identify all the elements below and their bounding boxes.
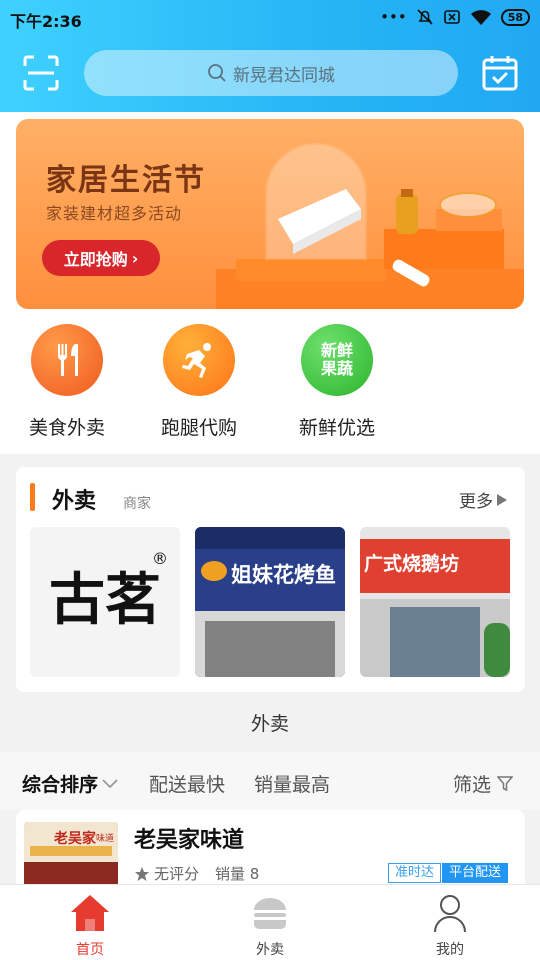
buy-now-button[interactable]: 立即抢购 › [42,240,160,276]
play-arrow-icon [497,493,507,506]
shop-sign: 广式烧鹅坊 [364,553,460,575]
shop-logo [201,561,227,581]
more-link[interactable]: 更多 [459,487,507,512]
on-time-badge: 准时达 [388,863,442,883]
star-icon [135,866,149,881]
filter-icon [497,775,514,791]
shop-awning [195,527,345,549]
shop-card-guming[interactable]: 古茗 ® [30,527,180,677]
shop-card-guangshi[interactable]: 广式烧鹅坊 [360,527,510,677]
status-icons: ••• 58 [380,8,530,26]
registered-mark: ® [152,549,168,568]
fresh-badge-text: 新鲜果蔬 [320,341,353,378]
fork-knife-icon [31,324,103,396]
header: 下午2:36 ••• 58 新晃君达同城 [0,0,540,112]
banner-subtitle: 家装建材超多活动 [46,204,183,223]
shop-sign: 姐妹花烤鱼 [231,563,336,587]
nav-label: 外卖 [256,942,284,958]
promo-banner[interactable]: 家居生活节 家装建材超多活动 立即抢购 › [16,119,524,309]
wifi-icon [470,10,491,25]
platform-delivery-badge: 平台配送 [442,863,509,883]
mute-bell-icon [417,9,433,25]
scan-icon [23,55,59,91]
store-sign-suffix: 味道 [96,834,115,844]
sim-off-icon [443,10,460,24]
sort-comprehensive[interactable]: 综合排序 [22,770,118,797]
category-label: 跑腿代购 [160,417,237,439]
fresh-produce-icon: 新鲜果蔬 [301,324,373,396]
nav-label: 首页 [76,942,104,958]
calendar-check-icon [482,56,518,91]
rating-text: 无评分 [154,865,200,883]
category-label: 美食外卖 [28,417,105,439]
store-meta: 无评分 销量 8 [134,863,259,884]
nav-mine[interactable]: 我的 [390,891,510,959]
search-input[interactable]: 新晃君达同城 [84,50,458,96]
sort-bar: 综合排序 配送最快 销量最高 筛选 [0,752,540,810]
calendar-button[interactable] [481,54,519,92]
section-subtitle: 商家 [123,496,151,512]
sort-top-sales[interactable]: 销量最高 [254,770,330,797]
section-title: 外卖 [52,489,97,514]
more-label: 更多 [459,492,493,512]
takeout-section: 外卖 商家 更多 古茗 ® 姐妹花烤鱼 广式烧鹅坊 [16,467,525,692]
banner-title: 家居生活节 [46,163,206,198]
section-accent-bar [30,483,35,511]
store-list-item[interactable]: 老吴家 味道 老吴家味道 无评分 销量 8 准时达 平台配送 [16,810,525,890]
nav-home[interactable]: 首页 [30,891,150,959]
category-food-delivery[interactable]: 美食外卖 [12,324,122,440]
shop-window [205,621,335,677]
filter-label: 筛选 [453,774,492,796]
store-sign-text: 老吴家 [54,831,96,847]
nav-takeout[interactable]: 外卖 [210,891,330,959]
store-sign-strip [30,846,112,856]
more-dots-icon: ••• [380,8,407,26]
nav-label: 我的 [436,942,464,958]
shop-card-jiemeihua[interactable]: 姐妹花烤鱼 [195,527,345,677]
store-name: 老吴家味道 [134,828,245,853]
buy-now-label: 立即抢购 [63,250,128,269]
category-errand[interactable]: 跑腿代购 [144,324,254,440]
search-icon [208,64,226,82]
sort-label: 综合排序 [22,774,99,796]
filter-button[interactable]: 筛选 [453,770,514,797]
product-display-image [216,143,524,309]
section-footer-label: 外卖 [250,713,289,735]
chevron-down-icon [102,778,118,788]
shop-plant [484,623,510,677]
home-icon [68,891,112,935]
scan-button[interactable] [22,54,60,92]
chevron-right-icon: › [131,248,139,268]
bottom-nav: 首页 外卖 我的 [0,884,540,960]
status-time: 下午2:36 [10,12,82,31]
shop-door [390,607,480,677]
sales-text: 销量 8 [215,865,260,883]
sort-fastest[interactable]: 配送最快 [149,770,225,797]
battery-icon: 58 [500,8,530,26]
category-fresh[interactable]: 新鲜果蔬 新鲜优选 [282,324,392,440]
store-image: 老吴家 味道 [24,822,118,890]
runner-icon [163,324,235,396]
search-placeholder: 新晃君达同城 [233,65,335,86]
status-bar: 下午2:36 ••• 58 [0,0,540,36]
burger-icon [248,891,292,935]
user-icon [428,891,472,935]
category-label: 新鲜优选 [298,417,375,439]
